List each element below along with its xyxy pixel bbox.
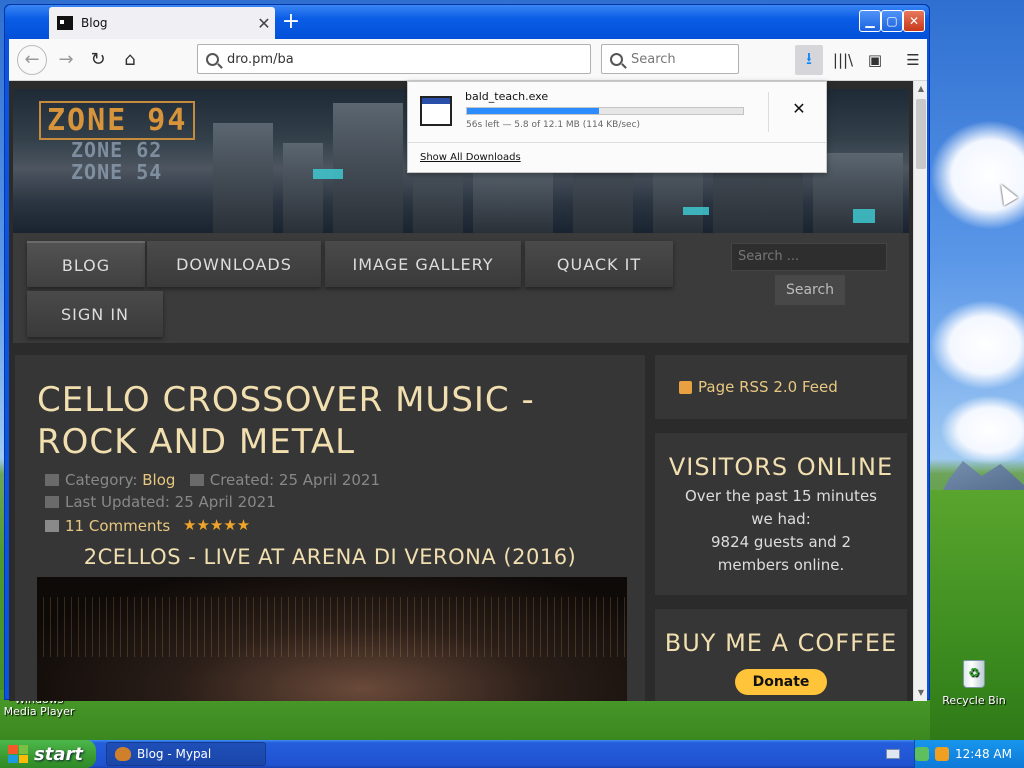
- coffee-title: BUY ME A COFFEE: [664, 629, 898, 657]
- minimize-button[interactable]: ▁: [859, 10, 881, 32]
- executable-file-icon: [420, 96, 452, 126]
- rss-icon: [679, 380, 692, 394]
- forward-button[interactable]: →: [51, 45, 81, 75]
- browser-search-input[interactable]: Search: [601, 44, 739, 74]
- download-filename[interactable]: bald_teach.exe: [465, 90, 548, 103]
- download-progress-fill: [467, 108, 600, 114]
- reload-button[interactable]: ↻: [83, 45, 113, 75]
- scroll-up-icon[interactable]: ▲: [914, 81, 928, 97]
- search-placeholder: Search: [631, 51, 676, 67]
- cloud: [930, 300, 1024, 390]
- download-status: 56s left — 5.8 of 12.1 MB (114 KB/sec): [466, 120, 641, 130]
- scroll-thumb[interactable]: [916, 99, 926, 169]
- clock[interactable]: 12:48 AM: [955, 747, 1012, 761]
- taskbar: start Blog - Mypal 12:48 AM: [0, 740, 1024, 768]
- close-window-button[interactable]: ✕: [903, 10, 925, 32]
- video-thumbnail[interactable]: [37, 577, 627, 701]
- desktop-icon-label: Recycle Bin: [942, 694, 1006, 707]
- site-favicon-icon: [57, 16, 73, 30]
- tab-blog[interactable]: Blog ✕: [49, 7, 275, 39]
- downloads-button[interactable]: ⭳: [795, 45, 823, 75]
- nav-downloads[interactable]: DOWNLOADS: [147, 241, 321, 287]
- site-logo[interactable]: ZONE 94: [39, 101, 196, 140]
- donate-button[interactable]: Donate: [735, 669, 827, 695]
- url-bar[interactable]: dro.pm/ba: [197, 44, 591, 74]
- new-tab-icon[interactable]: +: [277, 9, 305, 37]
- created-date: Created: 25 April 2021: [209, 471, 381, 489]
- tab-close-icon[interactable]: ✕: [253, 14, 275, 33]
- browser-app-icon: [115, 747, 131, 761]
- menu-icon[interactable]: ☰: [899, 45, 927, 75]
- nav-blog[interactable]: BLOG: [27, 241, 145, 287]
- maximize-button[interactable]: ▢: [881, 10, 903, 32]
- start-button[interactable]: start: [0, 740, 96, 768]
- calendar-icon: [45, 496, 59, 508]
- scroll-down-icon[interactable]: ▼: [914, 685, 928, 701]
- visitors-title: VISITORS ONLINE: [668, 453, 894, 481]
- download-progress-bar: [466, 107, 744, 115]
- visitors-text: Over the past 15 minutes we had: 9824 gu…: [685, 487, 877, 574]
- folder-icon: [45, 474, 59, 486]
- cloud: [940, 395, 1024, 465]
- show-all-downloads-link[interactable]: Show All Downloads: [408, 142, 826, 172]
- rating-stars[interactable]: ★★★★★: [183, 516, 250, 534]
- taskbar-item-browser[interactable]: Blog - Mypal: [106, 742, 266, 766]
- page-content: ZONE 94 ZONE 62 ZONE 54 BLOG DOWNLOADS I…: [9, 81, 913, 701]
- title-bar[interactable]: Blog ✕ + ▁ ▢ ✕: [5, 5, 929, 39]
- nav-quack-it[interactable]: QUACK IT: [525, 241, 673, 287]
- library-icon[interactable]: |||\: [829, 45, 857, 75]
- site-search-button[interactable]: Search: [775, 275, 845, 305]
- buy-coffee-box: BUY ME A COFFEE Donate: [655, 609, 907, 701]
- security-icon[interactable]: [935, 747, 950, 761]
- keyboard-icon[interactable]: [886, 749, 900, 759]
- search-icon: [610, 52, 623, 66]
- url-text: dro.pm/ba: [227, 51, 294, 67]
- article-title: CELLO CROSSOVER MUSIC - ROCK AND METAL: [37, 380, 535, 462]
- comment-icon: [45, 520, 59, 532]
- windows-flag-icon: [8, 745, 28, 763]
- page-scrollbar[interactable]: ▲ ▼: [913, 81, 927, 701]
- home-button[interactable]: ⌂: [115, 45, 145, 75]
- visitors-online-box: VISITORS ONLINE Over the past 15 minutes…: [655, 433, 907, 595]
- rss-feed-link[interactable]: Page RSS 2.0 Feed: [655, 355, 907, 419]
- cancel-download-icon[interactable]: ✕: [788, 98, 810, 120]
- site-logo-sub: ZONE 62 ZONE 54: [71, 138, 163, 184]
- site-nav: BLOG DOWNLOADS IMAGE GALLERY QUACK IT SI…: [13, 233, 909, 343]
- comments-link[interactable]: 11 Comments: [45, 517, 170, 535]
- article-category: Category: Blog Created: 25 April 2021: [45, 471, 380, 489]
- nav-toolbar: ← → ↻ ⌂ dro.pm/ba Search ⭳ |||\ ▣ ☰: [9, 39, 927, 81]
- article: CELLO CROSSOVER MUSIC - ROCK AND METAL C…: [15, 355, 645, 701]
- article-subtitle: 2CELLOS - LIVE AT ARENA DI VERONA (2016): [83, 545, 577, 569]
- sidebar-icon[interactable]: ▣: [861, 45, 889, 75]
- downloads-panel: bald_teach.exe 56s left — 5.8 of 12.1 MB…: [407, 81, 827, 173]
- back-button[interactable]: ←: [17, 45, 47, 75]
- category-link[interactable]: Blog: [142, 471, 175, 489]
- tab-title: Blog: [81, 16, 108, 30]
- cloud: [930, 120, 1024, 230]
- search-icon: [206, 52, 219, 66]
- network-icon[interactable]: [915, 747, 930, 761]
- article-updated: Last Updated: 25 April 2021: [45, 493, 276, 511]
- recycle-bin-icon: ♻: [959, 658, 989, 690]
- nav-sign-in[interactable]: SIGN IN: [27, 291, 163, 337]
- calendar-icon: [189, 474, 204, 486]
- system-tray: 12:48 AM: [914, 740, 1024, 768]
- site-search-input[interactable]: Search ...: [731, 243, 887, 271]
- desktop-icon-recycle-bin[interactable]: ♻ Recycle Bin: [934, 658, 1014, 707]
- browser-window: Blog ✕ + ▁ ▢ ✕ ← → ↻ ⌂ dro.pm/ba Search …: [4, 4, 930, 701]
- nav-image-gallery[interactable]: IMAGE GALLERY: [325, 241, 521, 287]
